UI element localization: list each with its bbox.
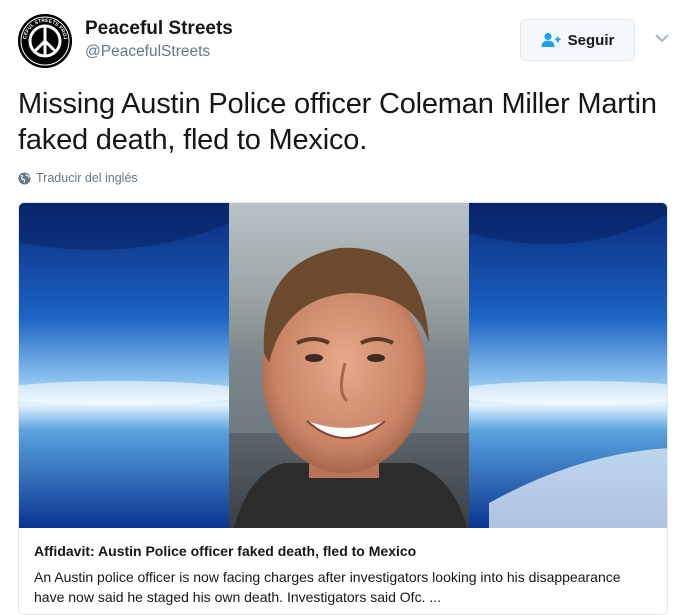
tweet-options-menu[interactable] — [652, 28, 672, 48]
article-photo — [19, 203, 667, 528]
card-description: An Austin police officer is now facing c… — [34, 569, 621, 605]
chevron-down-icon — [655, 34, 669, 43]
follow-button-label: Seguir — [567, 31, 615, 49]
card-image[interactable] — [19, 203, 667, 528]
user-names: Peaceful Streets @PeacefulStreets — [85, 17, 233, 63]
avatar[interactable]: PEACEFUL STREETS PROJECT — [18, 14, 72, 68]
tweet-text: Missing Austin Police officer Coleman Mi… — [18, 88, 657, 156]
translate-label: Traducir del inglés — [36, 171, 138, 185]
tweet-header: PEACEFUL STREETS PROJECT Peaceful Street… — [18, 14, 682, 70]
person-add-icon — [541, 32, 561, 47]
follow-button[interactable]: Seguir — [520, 19, 635, 61]
translate-link[interactable]: Traducir del inglés — [18, 171, 138, 185]
peace-logo: PEACEFUL STREETS PROJECT — [18, 14, 72, 68]
card-title[interactable]: Affidavit: Austin Police officer faked d… — [34, 543, 416, 559]
user-handle[interactable]: @PeacefulStreets — [85, 41, 233, 63]
display-name[interactable]: Peaceful Streets — [85, 17, 233, 40]
globe-icon — [18, 172, 31, 184]
link-card[interactable]: Affidavit: Austin Police officer faked d… — [18, 202, 668, 615]
